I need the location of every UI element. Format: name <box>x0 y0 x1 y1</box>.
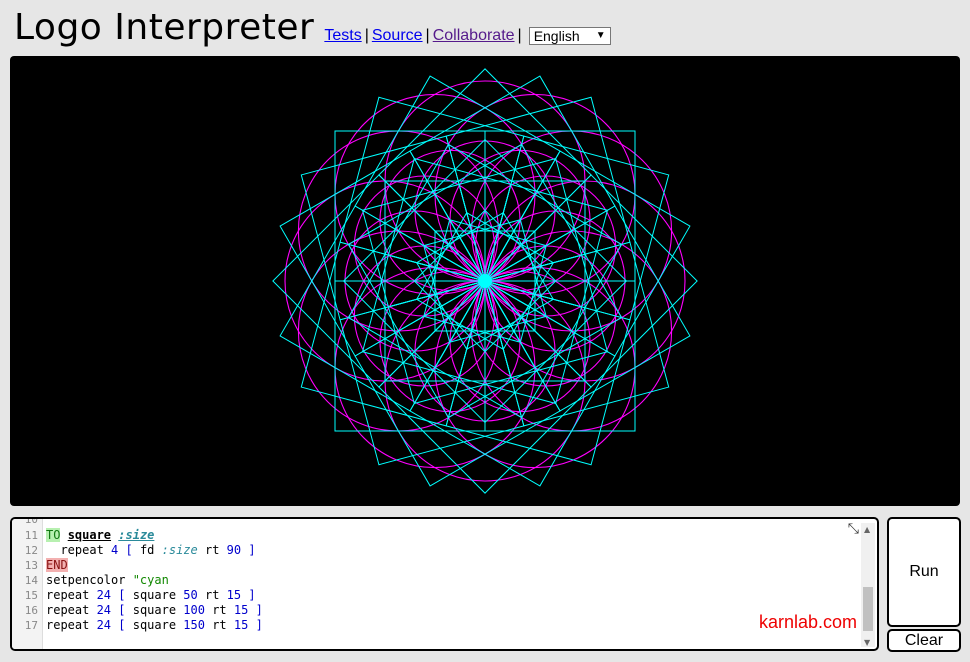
code-token: ] <box>248 618 263 632</box>
editor-scrollbar[interactable]: ▲ ▼ <box>861 523 875 647</box>
code-token: repeat <box>46 603 97 617</box>
language-selected: English <box>533 27 580 44</box>
code-token: ] <box>241 588 256 602</box>
code-line[interactable]: 15 repeat 24 [ square 50 rt 15 ] <box>12 588 877 603</box>
code-token: rt <box>197 543 227 557</box>
line-number: 12 <box>24 544 38 557</box>
tests-link[interactable]: Tests <box>324 27 361 44</box>
code-token: 15 <box>233 603 249 617</box>
code-token: repeat <box>46 543 112 557</box>
code-token: setpencolor <box>46 573 133 587</box>
code-token: square <box>132 603 184 617</box>
code-token: repeat <box>46 588 97 602</box>
code-token: square <box>132 618 184 632</box>
code-token: TO <box>46 528 61 542</box>
line-number: 16 <box>24 604 38 617</box>
code-lines[interactable]: 10 11 TO square :size 12 repeat 4 [ fd :siz… <box>12 517 877 633</box>
code-line[interactable]: 13 END <box>12 558 877 573</box>
scroll-down-icon[interactable]: ▼ <box>864 638 870 647</box>
nav-links: Tests | Source | Collaborate | English ▼ <box>324 26 611 48</box>
code-token: 15 <box>233 618 249 632</box>
line-number: 11 <box>24 529 38 542</box>
code-line[interactable]: 17 repeat 24 [ square 150 rt 15 ] <box>12 618 877 633</box>
code-line[interactable]: 16 repeat 24 [ square 100 rt 15 ] <box>12 603 877 618</box>
code-line[interactable]: 14 setpencolor "cyan <box>12 573 877 588</box>
code-token: :size <box>161 543 198 557</box>
code-text: repeat 24 [ square 100 rt 15 ] <box>46 603 263 618</box>
line-number: 10 <box>24 517 38 526</box>
language-select[interactable]: English ▼ <box>528 26 611 45</box>
code-text: repeat 4 [ fd :size rt 90 ] <box>46 543 256 558</box>
header: Logo Interpreter Tests | Source | Collaborat… <box>14 6 611 48</box>
dropdown-arrow-icon: ▼ <box>595 29 606 41</box>
turtle-canvas[interactable] <box>10 56 960 506</box>
code-token: [ <box>111 588 133 602</box>
code-text: repeat 24 [ square 150 rt 15 ] <box>46 618 263 633</box>
resize-icon[interactable]: ⤡ <box>848 521 859 537</box>
code-token: fd <box>139 543 162 557</box>
line-number: 13 <box>24 559 38 572</box>
separator: | <box>517 27 522 44</box>
code-token: END <box>46 558 68 572</box>
scroll-thumb[interactable] <box>863 587 873 631</box>
line-number: 15 <box>24 589 38 602</box>
scroll-up-icon[interactable]: ▲ <box>864 525 870 534</box>
line-number: 14 <box>24 574 38 587</box>
watermark: karnlab.com <box>758 612 857 632</box>
turtle-icon <box>478 274 492 288</box>
code-token: [ <box>111 618 133 632</box>
code-token: "cyan <box>132 573 169 587</box>
code-text: END <box>46 558 68 573</box>
page-title: Logo Interpreter <box>14 7 315 48</box>
code-token: square <box>132 588 184 602</box>
code-text: repeat 24 [ square 50 rt 15 ] <box>46 588 256 603</box>
separator: | <box>364 27 369 44</box>
code-token: 15 <box>226 588 242 602</box>
code-token: [ <box>118 543 140 557</box>
code-token: rt <box>204 618 234 632</box>
code-text: setpencolor "cyan <box>46 573 169 588</box>
collaborate-link[interactable]: Collaborate <box>433 27 515 44</box>
code-editor[interactable]: 10 11 TO square :size 12 repeat 4 [ fd :siz… <box>10 517 879 651</box>
code-line[interactable]: 11 TO square :size <box>12 528 877 543</box>
run-button[interactable]: Run <box>887 517 961 627</box>
code-line[interactable]: 10 <box>12 517 877 528</box>
code-token: 24 <box>96 618 112 632</box>
code-line[interactable]: 12 repeat 4 [ fd :size rt 90 ] <box>12 543 877 558</box>
code-token: :size <box>118 528 155 542</box>
code-token: rt <box>197 588 227 602</box>
code-token: 150 <box>183 618 205 632</box>
code-token: 24 <box>96 603 112 617</box>
code-token: ] <box>241 543 256 557</box>
code-token: square <box>67 528 112 542</box>
code-token: 50 <box>183 588 198 602</box>
code-token: 100 <box>183 603 205 617</box>
code-token: rt <box>204 603 234 617</box>
clear-button[interactable]: Clear <box>887 629 961 652</box>
code-token: repeat <box>46 618 97 632</box>
code-token: [ <box>111 603 133 617</box>
code-token: ] <box>248 603 263 617</box>
code-text: TO square :size <box>46 528 154 543</box>
code-token: 24 <box>96 588 112 602</box>
code-token: 90 <box>226 543 242 557</box>
turtle-drawing <box>272 68 698 494</box>
separator: | <box>425 27 430 44</box>
source-link[interactable]: Source <box>372 27 423 44</box>
line-number: 17 <box>24 619 38 632</box>
